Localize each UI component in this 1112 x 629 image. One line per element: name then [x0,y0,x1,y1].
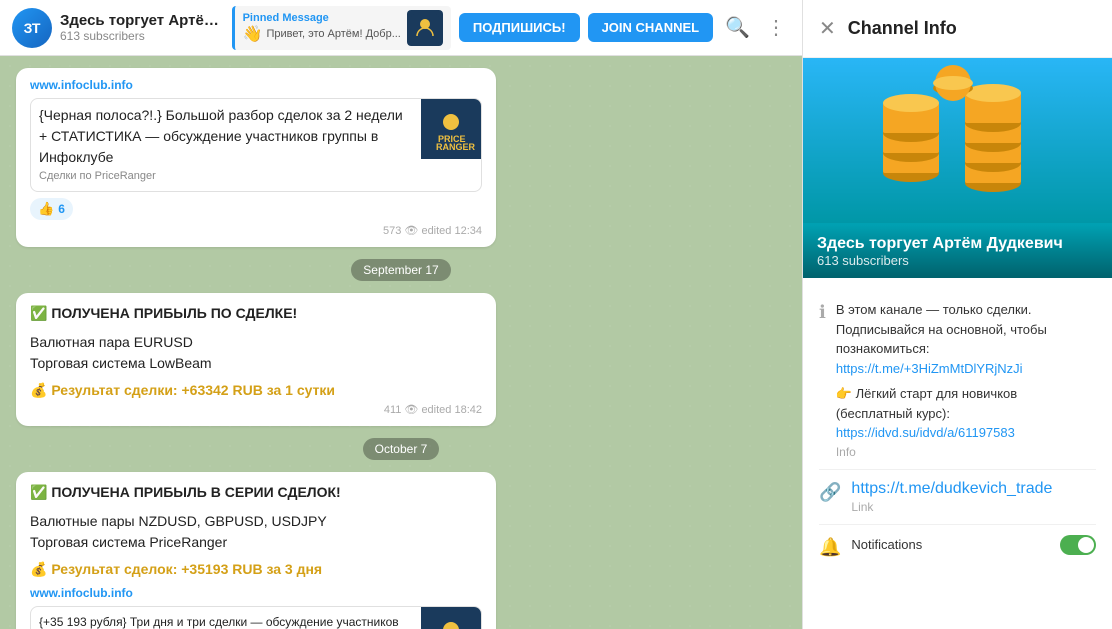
beginner-link[interactable]: https://idvd.su/idvd/a/61197583 [836,425,1015,440]
svg-text:RANGER: RANGER [436,142,476,152]
info-description-content: В этом канале — только сделки. Подписыва… [836,300,1096,459]
channel-subs-header: 613 subscribers [60,29,224,43]
info-channel-subs: 613 subscribers [817,253,1098,268]
msg-line2: Торговая система PriceRanger [30,532,482,553]
message-bubble: www.infoclub.info {Черная полоса?!.} Бол… [16,68,496,247]
info-panel-title: Channel Info [848,18,957,39]
info-link-content: https://t.me/dudkevich_trade Link [851,480,1096,514]
notifications-toggle[interactable] [1060,535,1096,555]
info-beginner-text: 👉 Лёгкий старт для новичков (бесплатный … [836,384,1096,443]
subscribe-button[interactable]: ПОДПИШИСЬ! [459,13,580,42]
search-icon[interactable]: 🔍 [721,11,754,44]
msg-preview-title-text: {Черная полоса?!.} Большой разбор сделок… [39,105,413,168]
msg-line2: Торговая система LowBeam [30,353,482,374]
info-notifications-section[interactable]: 🔔 Notifications [819,525,1096,568]
info-panel-body: ℹ В этом канале — только сделки. Подписы… [803,278,1112,629]
msg-title: ✅ ПОЛУЧЕНА ПРИБЫЛЬ ПО СДЕЛКЕ! [30,303,482,324]
more-options-icon[interactable]: ⋮ [762,11,790,44]
msg-preview-title-text: {+35 193 рубля} Три дня и три сделки — о… [39,613,413,629]
avatar: ЗТ [12,8,52,48]
msg-line1: Валютная пара EURUSD [30,332,482,353]
info-link-section: 🔗 https://t.me/dudkevich_trade Link [819,470,1096,525]
channel-info-header: Здесь торгует Артём Дудк... 613 subscrib… [60,12,224,43]
close-icon[interactable]: ✕ [819,16,836,41]
info-description-section: ℹ В этом канале — только сделки. Подписы… [819,290,1096,470]
msg-thumbnail: PRICERANGER [421,607,481,629]
date-separator: September 17 [16,259,786,281]
notifications-label: Notifications [851,535,1050,555]
pinned-message[interactable]: Pinned Message 👋 Привет, это Артём! Добр… [232,6,451,50]
msg-preview-content: {Черная полоса?!.} Большой разбор сделок… [31,99,421,191]
chat-messages-area: www.infoclub.info {Черная полоса?!.} Бол… [0,56,802,629]
info-description-text: В этом канале — только сделки. Подписыва… [836,300,1096,378]
msg-meta: 573 👁 edited 12:34 [30,224,482,237]
pinned-text: Привет, это Артём! Добр... [267,28,401,40]
date-separator: October 7 [16,438,786,460]
pinned-label: Pinned Message [243,12,401,24]
join-channel-button[interactable]: JOIN CHANNEL [588,13,714,42]
chat-header: ЗТ Здесь торгует Артём Дудк... 613 subsc… [0,0,802,56]
message-bubble: ✅ ПОЛУЧЕНА ПРИБЫЛЬ В СЕРИИ СДЕЛОК! Валют… [16,472,496,629]
channel-link[interactable]: https://t.me/dudkevich_trade [851,480,1096,498]
date-badge: September 17 [351,259,450,281]
msg-line1: Валютные пары NZDUSD, GBPUSD, USDJPY [30,511,482,532]
link-label: Link [851,500,1096,514]
message-bubble: ✅ ПОЛУЧЕНА ПРИБЫЛЬ ПО СДЕЛКЕ! Валютная п… [16,293,496,426]
pinned-emoji: 👋 [243,24,263,44]
link-icon: 🔗 [819,482,841,503]
msg-link[interactable]: www.infoclub.info [30,78,482,92]
msg-reaction[interactable]: 👍 6 [30,198,73,220]
msg-meta: 411 👁 edited 18:42 [30,403,482,416]
info-label: Info [836,445,1096,459]
main-channel-link[interactable]: https://t.me/+3HiZmMtDlYRjNzJi [836,361,1023,376]
msg-thumbnail: PRICERANGER [421,99,481,159]
date-badge: October 7 [363,438,440,460]
msg-preview-subtitle: Сделки по PriceRanger [39,168,413,185]
msg-result: 💰 Результат сделок: +35193 RUB за 3 дня [30,561,482,578]
channel-name-header: Здесь торгует Артём Дудк... [60,12,224,29]
notifications-content: Notifications [851,535,1050,555]
msg-preview-content: {+35 193 рубля} Три дня и три сделки — о… [31,607,421,629]
channel-info-panel: ✕ Channel Info [802,0,1112,629]
msg-preview-card: {+35 193 рубля} Три дня и три сделки — о… [30,606,482,629]
msg-preview-card: {Черная полоса?!.} Большой разбор сделок… [30,98,482,192]
info-channel-name: Здесь торгует Артём Дудкевич [817,235,1098,253]
info-hero-banner: Здесь торгует Артём Дудкевич 613 subscri… [803,58,1112,278]
msg-result: 💰 Результат сделки: +63342 RUB за 1 сутк… [30,382,482,399]
chat-panel: ЗТ Здесь торгует Артём Дудк... 613 subsc… [0,0,802,629]
info-icon: ℹ [819,302,826,323]
reaction-count: 6 [58,202,65,216]
pinned-thumbnail [407,10,443,46]
bell-icon: 🔔 [819,537,841,558]
info-panel-header: ✕ Channel Info [803,0,1112,58]
msg-link[interactable]: www.infoclub.info [30,586,482,600]
msg-title: ✅ ПОЛУЧЕНА ПРИБЫЛЬ В СЕРИИ СДЕЛОК! [30,482,482,503]
